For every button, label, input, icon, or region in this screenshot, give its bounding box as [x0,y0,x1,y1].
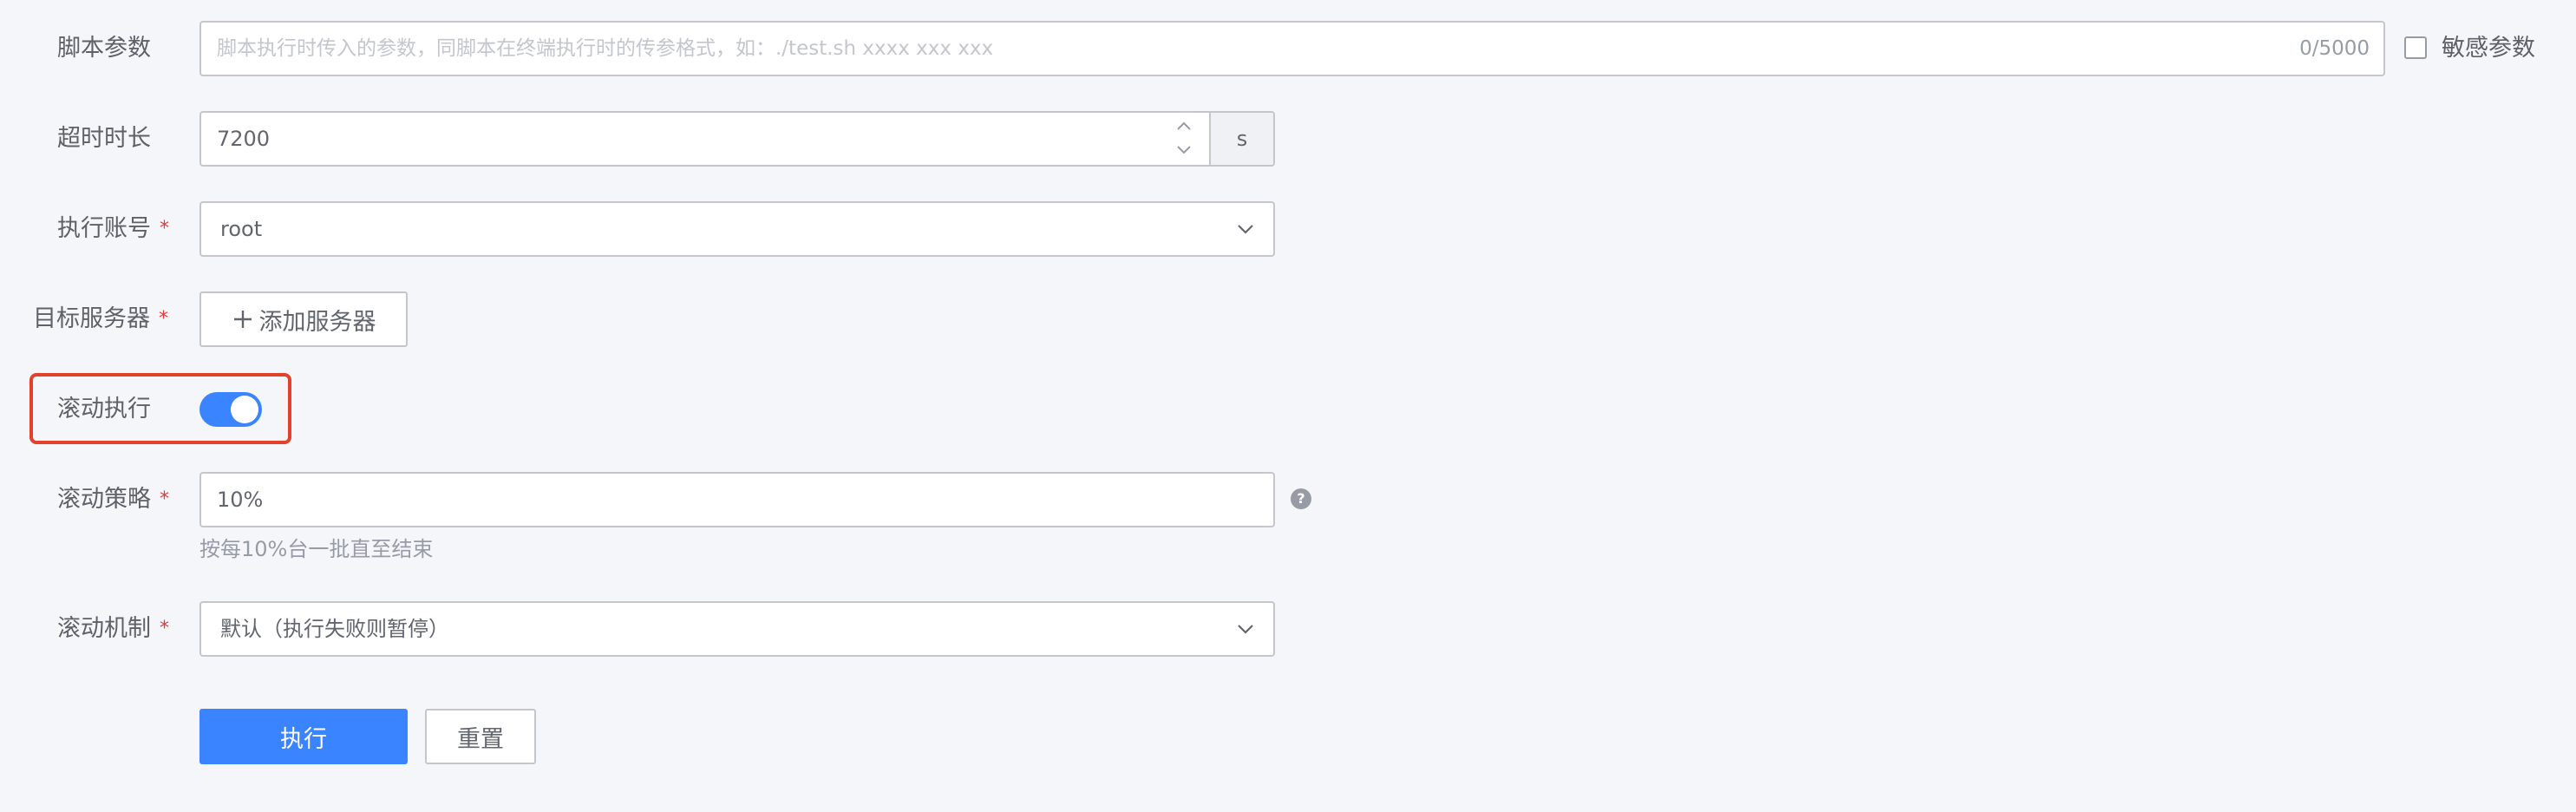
rolling-mechanism-select[interactable]: 默认（执行失败则暂停） [199,601,1275,657]
timeout-input[interactable]: 7200 [199,111,1211,167]
rolling-strategy-input[interactable]: 10% [199,472,1275,527]
stepper-up-icon[interactable] [1174,120,1193,132]
rolling-strategy-hint: 按每10%台一批直至结束 [199,537,434,561]
rolling-strategy-label: 滚动策略 * [57,486,169,513]
sensitive-params-checkbox[interactable] [2404,36,2427,59]
toggle-knob [231,396,258,423]
timeout-label: 超时时长 [57,125,151,152]
chevron-down-icon [1238,625,1253,634]
required-mark: * [160,618,169,639]
target-server-label: 目标服务器 * [33,305,168,332]
rolling-exec-label: 滚动执行 [57,396,151,422]
script-params-placeholder: 脚本执行时传入的参数，同脚本在终端执行时的传参格式，如：./test.sh xx… [217,37,994,60]
rolling-mechanism-value: 默认（执行失败则暂停） [220,617,449,641]
chevron-down-icon [1238,225,1253,234]
timeout-unit: s [1211,111,1275,167]
question-circle-icon[interactable]: ? [1291,488,1311,509]
account-label: 执行账号 * [57,215,169,242]
rolling-mechanism-label: 滚动机制 * [57,615,169,642]
add-server-button[interactable]: 添加服务器 [199,291,408,347]
required-mark: * [159,308,168,330]
plus-icon [233,311,252,328]
stepper-down-icon[interactable] [1174,144,1193,156]
script-params-input[interactable]: 脚本执行时传入的参数，同脚本在终端执行时的传参格式，如：./test.sh xx… [199,21,2385,76]
execute-button[interactable]: 执行 [199,709,408,764]
rolling-strategy-value: 10% [217,488,264,512]
account-select[interactable]: root [199,201,1275,257]
required-mark: * [160,218,169,239]
sensitive-params-label[interactable]: 敏感参数 [2442,31,2535,66]
rolling-exec-toggle[interactable] [199,392,262,427]
script-params-counter: 0/5000 [2299,37,2370,60]
job-form: 脚本参数 脚本执行时传入的参数，同脚本在终端执行时的传参格式，如：./test.… [0,0,2576,812]
account-value: root [220,217,263,241]
required-mark: * [160,488,169,510]
reset-button[interactable]: 重置 [425,709,536,764]
timeout-value: 7200 [217,127,271,151]
script-params-label: 脚本参数 [57,35,151,62]
